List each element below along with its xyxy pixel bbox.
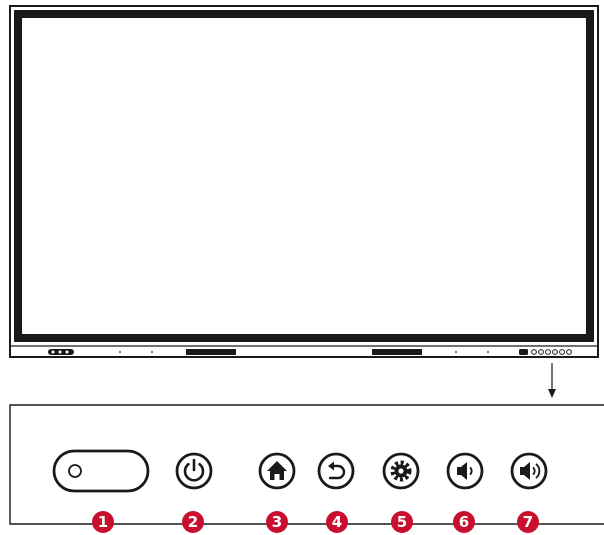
badge-1-label: 1: [98, 513, 108, 531]
badge-5: 5: [391, 511, 413, 533]
monitor-front-view: [9, 5, 599, 358]
badge-5-label: 5: [397, 513, 407, 531]
badge-3-label: 3: [272, 513, 282, 531]
back-icon: [317, 452, 355, 490]
volume-up-icon: [510, 452, 548, 490]
badge-2-label: 2: [188, 513, 198, 531]
home-icon: [258, 452, 296, 490]
badge-6-label: 6: [459, 513, 469, 531]
settings-gear-icon: [382, 452, 420, 490]
badge-3: 3: [266, 511, 288, 533]
ir-sensor-icon: [52, 449, 150, 493]
badge-4-label: 4: [332, 513, 342, 531]
left-port-cluster: [48, 349, 74, 355]
badge-7-label: 7: [523, 513, 533, 531]
monitor-screen: [22, 18, 586, 334]
right-speaker-grille: [372, 349, 422, 355]
zoom-pointer-arrow: [548, 363, 556, 398]
badge-4: 4: [326, 511, 348, 533]
volume-down-icon: [446, 452, 484, 490]
badge-2: 2: [182, 511, 204, 533]
control-panel-zoom: 1 2 3 4 5 6 7: [9, 404, 604, 533]
badge-1: 1: [92, 511, 114, 533]
badge-7: 7: [517, 511, 539, 533]
left-speaker-grille: [186, 349, 236, 355]
display-front-diagram: 1 2 3 4 5 6 7: [9, 5, 604, 533]
badge-6: 6: [453, 511, 475, 533]
power-icon: [175, 452, 213, 490]
